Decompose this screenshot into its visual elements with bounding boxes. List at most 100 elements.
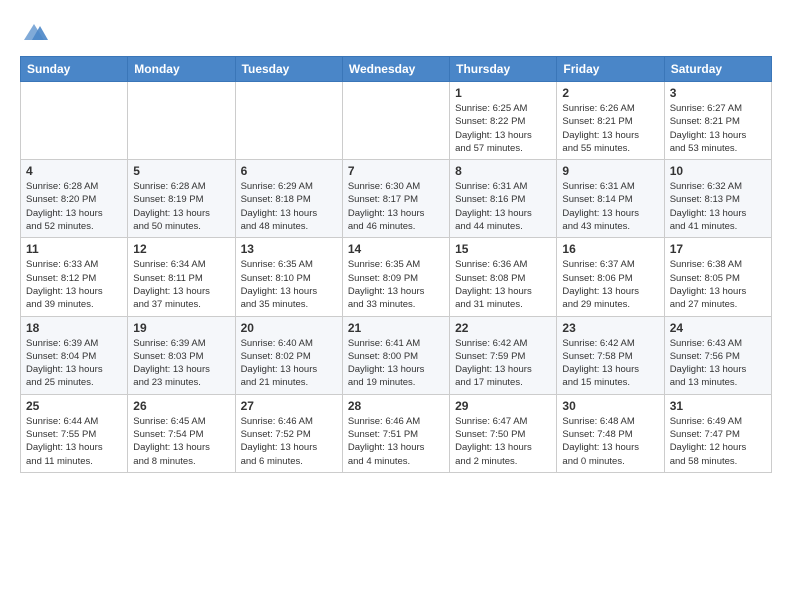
calendar-cell: 10Sunrise: 6:32 AM Sunset: 8:13 PM Dayli… [664,160,771,238]
calendar-cell: 17 Sunrise: 6:38 AM Sunset: 8:05 PM Dayli… [664,238,771,316]
calendar-cell: 5 Sunrise: 6:28 AM Sunset: 8:19 PM Daylig… [128,160,235,238]
calendar-cell: 20Sunrise: 6:40 AM Sunset: 8:02 PM Dayli… [235,316,342,394]
day-number: 31 [670,399,766,413]
calendar-cell: 23 Sunrise: 6:42 AM Sunset: 7:58 PM Dayli… [557,316,664,394]
calendar-cell: 31 Sunrise: 6:49 AM Sunset: 7:47 PM Dayli… [664,394,771,472]
calendar-cell: 15 Sunrise: 6:36 AM Sunset: 8:08 PM Dayli… [450,238,557,316]
calendar-cell: 9 Sunrise: 6:31 AM Sunset: 8:14 PM Daylig… [557,160,664,238]
calendar-week-row: 11 Sunrise: 6:33 AM Sunset: 8:12 PM Dayli… [21,238,772,316]
day-number: 18 [26,321,122,335]
day-info: Sunrise: 6:36 AM Sunset: 8:08 PM Dayligh… [455,258,551,311]
calendar-cell: 30Sunrise: 6:48 AM Sunset: 7:48 PM Dayli… [557,394,664,472]
calendar-cell [342,82,449,160]
day-number: 12 [133,242,229,256]
calendar-cell [235,82,342,160]
calendar-cell: 11 Sunrise: 6:33 AM Sunset: 8:12 PM Dayli… [21,238,128,316]
calendar-cell: 27 Sunrise: 6:46 AM Sunset: 7:52 PM Dayli… [235,394,342,472]
day-info: Sunrise: 6:44 AM Sunset: 7:55 PM Dayligh… [26,415,122,468]
day-info: Sunrise: 6:45 AM Sunset: 7:54 PM Dayligh… [133,415,229,468]
calendar-cell: 29 Sunrise: 6:47 AM Sunset: 7:50 PM Dayli… [450,394,557,472]
day-number: 13 [241,242,337,256]
day-number: 27 [241,399,337,413]
day-number: 26 [133,399,229,413]
day-info: Sunrise: 6:33 AM Sunset: 8:12 PM Dayligh… [26,258,122,311]
calendar-header-wednesday: Wednesday [342,57,449,82]
calendar-cell: 7 Sunrise: 6:30 AM Sunset: 8:17 PM Daylig… [342,160,449,238]
day-number: 5 [133,164,229,178]
day-number: 19 [133,321,229,335]
day-number: 9 [562,164,658,178]
calendar-cell: 3 Sunrise: 6:27 AM Sunset: 8:21 PM Daylig… [664,82,771,160]
day-number: 7 [348,164,444,178]
calendar-header-row: SundayMondayTuesdayWednesdayThursdayFrid… [21,57,772,82]
day-number: 11 [26,242,122,256]
day-number: 4 [26,164,122,178]
calendar-cell: 18Sunrise: 6:39 AM Sunset: 8:04 PM Dayli… [21,316,128,394]
header [20,16,772,48]
day-number: 15 [455,242,551,256]
day-number: 29 [455,399,551,413]
calendar-week-row: 18Sunrise: 6:39 AM Sunset: 8:04 PM Dayli… [21,316,772,394]
day-number: 24 [670,321,766,335]
day-number: 25 [26,399,122,413]
day-info: Sunrise: 6:28 AM Sunset: 8:19 PM Dayligh… [133,180,229,233]
day-info: Sunrise: 6:39 AM Sunset: 8:03 PM Dayligh… [133,337,229,390]
calendar-cell: 28Sunrise: 6:46 AM Sunset: 7:51 PM Dayli… [342,394,449,472]
calendar-header-friday: Friday [557,57,664,82]
calendar-cell: 19 Sunrise: 6:39 AM Sunset: 8:03 PM Dayli… [128,316,235,394]
calendar-cell [128,82,235,160]
calendar-header-monday: Monday [128,57,235,82]
day-info: Sunrise: 6:25 AM Sunset: 8:22 PM Dayligh… [455,102,551,155]
day-number: 2 [562,86,658,100]
calendar-week-row: 25 Sunrise: 6:44 AM Sunset: 7:55 PM Dayli… [21,394,772,472]
day-info: Sunrise: 6:41 AM Sunset: 8:00 PM Dayligh… [348,337,444,390]
day-info: Sunrise: 6:30 AM Sunset: 8:17 PM Dayligh… [348,180,444,233]
day-number: 23 [562,321,658,335]
calendar-cell: 1 Sunrise: 6:25 AM Sunset: 8:22 PM Daylig… [450,82,557,160]
calendar-cell: 26 Sunrise: 6:45 AM Sunset: 7:54 PM Dayli… [128,394,235,472]
day-info: Sunrise: 6:47 AM Sunset: 7:50 PM Dayligh… [455,415,551,468]
day-info: Sunrise: 6:35 AM Sunset: 8:10 PM Dayligh… [241,258,337,311]
calendar-cell: 22 Sunrise: 6:42 AM Sunset: 7:59 PM Dayli… [450,316,557,394]
calendar-cell: 6Sunrise: 6:29 AM Sunset: 8:18 PM Daylig… [235,160,342,238]
day-number: 1 [455,86,551,100]
day-info: Sunrise: 6:49 AM Sunset: 7:47 PM Dayligh… [670,415,766,468]
day-info: Sunrise: 6:43 AM Sunset: 7:56 PM Dayligh… [670,337,766,390]
day-info: Sunrise: 6:32 AM Sunset: 8:13 PM Dayligh… [670,180,766,233]
calendar-header-thursday: Thursday [450,57,557,82]
calendar-cell: 16 Sunrise: 6:37 AM Sunset: 8:06 PM Dayli… [557,238,664,316]
day-number: 21 [348,321,444,335]
day-info: Sunrise: 6:42 AM Sunset: 7:59 PM Dayligh… [455,337,551,390]
calendar: SundayMondayTuesdayWednesdayThursdayFrid… [20,56,772,473]
calendar-cell [21,82,128,160]
calendar-header-sunday: Sunday [21,57,128,82]
day-info: Sunrise: 6:27 AM Sunset: 8:21 PM Dayligh… [670,102,766,155]
calendar-cell: 2 Sunrise: 6:26 AM Sunset: 8:21 PM Daylig… [557,82,664,160]
day-number: 16 [562,242,658,256]
day-number: 8 [455,164,551,178]
day-info: Sunrise: 6:31 AM Sunset: 8:14 PM Dayligh… [562,180,658,233]
calendar-cell: 24 Sunrise: 6:43 AM Sunset: 7:56 PM Dayli… [664,316,771,394]
day-info: Sunrise: 6:38 AM Sunset: 8:05 PM Dayligh… [670,258,766,311]
day-number: 14 [348,242,444,256]
logo [20,20,52,48]
calendar-cell: 21 Sunrise: 6:41 AM Sunset: 8:00 PM Dayli… [342,316,449,394]
calendar-cell: 8 Sunrise: 6:31 AM Sunset: 8:16 PM Daylig… [450,160,557,238]
day-number: 3 [670,86,766,100]
calendar-week-row: 4 Sunrise: 6:28 AM Sunset: 8:20 PM Daylig… [21,160,772,238]
day-info: Sunrise: 6:34 AM Sunset: 8:11 PM Dayligh… [133,258,229,311]
day-info: Sunrise: 6:26 AM Sunset: 8:21 PM Dayligh… [562,102,658,155]
day-info: Sunrise: 6:42 AM Sunset: 7:58 PM Dayligh… [562,337,658,390]
day-number: 30 [562,399,658,413]
day-info: Sunrise: 6:31 AM Sunset: 8:16 PM Dayligh… [455,180,551,233]
day-info: Sunrise: 6:28 AM Sunset: 8:20 PM Dayligh… [26,180,122,233]
day-info: Sunrise: 6:35 AM Sunset: 8:09 PM Dayligh… [348,258,444,311]
day-number: 22 [455,321,551,335]
day-info: Sunrise: 6:46 AM Sunset: 7:52 PM Dayligh… [241,415,337,468]
day-number: 6 [241,164,337,178]
day-number: 17 [670,242,766,256]
calendar-cell: 12 Sunrise: 6:34 AM Sunset: 8:11 PM Dayli… [128,238,235,316]
day-info: Sunrise: 6:46 AM Sunset: 7:51 PM Dayligh… [348,415,444,468]
calendar-cell: 25 Sunrise: 6:44 AM Sunset: 7:55 PM Dayli… [21,394,128,472]
day-info: Sunrise: 6:37 AM Sunset: 8:06 PM Dayligh… [562,258,658,311]
